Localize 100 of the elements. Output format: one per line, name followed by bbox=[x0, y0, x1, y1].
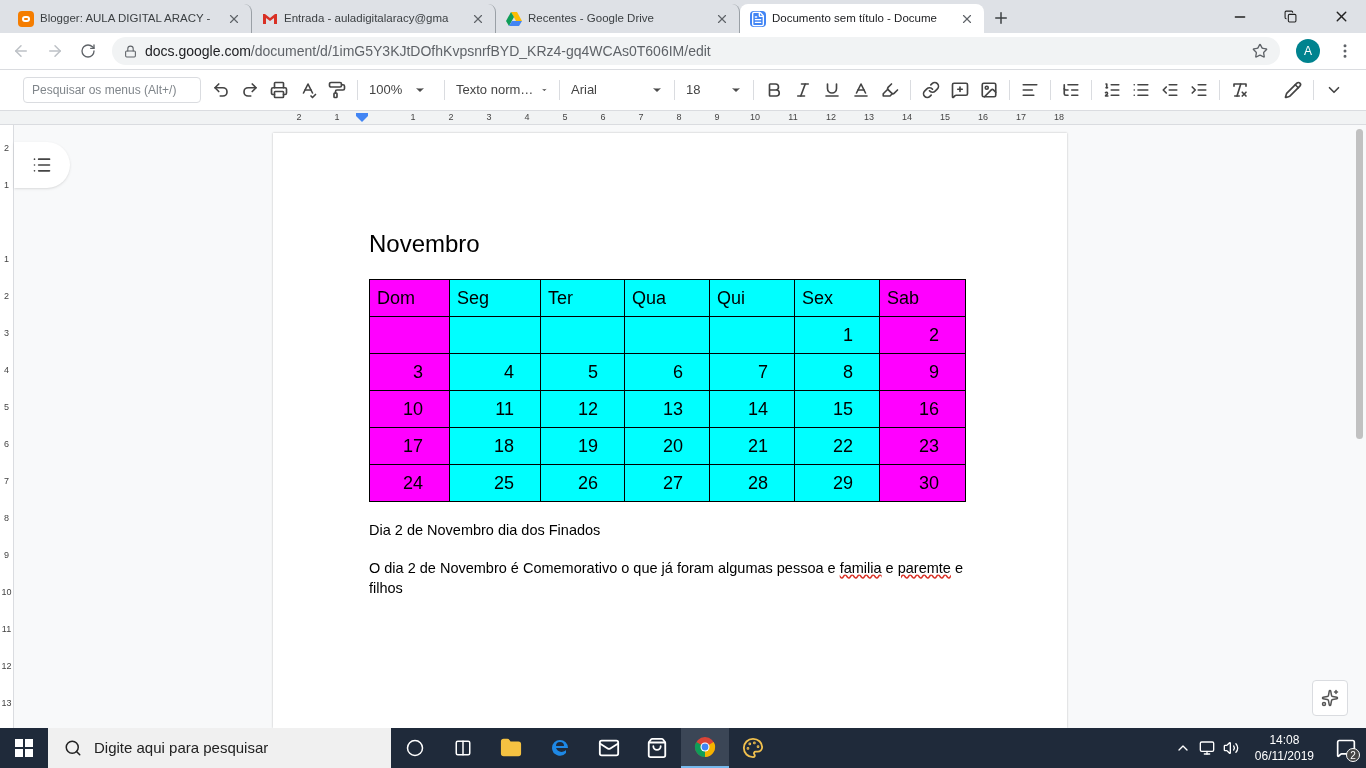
browser-tab[interactable]: Documento sem título - Docume bbox=[740, 4, 984, 33]
time-text: 14:08 bbox=[1269, 732, 1300, 748]
clock[interactable]: 14:08 06/11/2019 bbox=[1254, 732, 1314, 764]
ruler-number: 5 bbox=[561, 110, 569, 124]
date-cell: 16 bbox=[879, 390, 966, 428]
date-cell: 6 bbox=[624, 353, 710, 391]
ruler-number: 8 bbox=[675, 110, 683, 124]
date-cell: 10 bbox=[369, 390, 450, 428]
address-bar[interactable]: docs.google.com/document/d/1imG5Y3KJtDOfhKvpsnrfBYD_KRz4-gq4WCAs0T606IM/edit bbox=[112, 37, 1280, 65]
date-cell: 11 bbox=[449, 390, 541, 428]
day-header: Dom bbox=[369, 279, 450, 317]
ruler-number: 2 bbox=[447, 110, 455, 124]
day-header: Ter bbox=[540, 279, 625, 317]
ruler-number: 12 bbox=[825, 110, 837, 124]
date-cell: 13 bbox=[624, 390, 710, 428]
redo-icon[interactable] bbox=[241, 81, 259, 99]
bulleted-list-icon[interactable] bbox=[1132, 81, 1150, 99]
tab-title: Blogger: AULA DIGITAL ARACY - bbox=[40, 10, 212, 26]
undo-icon[interactable] bbox=[212, 81, 230, 99]
date-cell: 18 bbox=[449, 427, 541, 465]
print-icon[interactable] bbox=[270, 81, 288, 99]
folder-icon[interactable] bbox=[500, 737, 522, 759]
link-icon[interactable] bbox=[922, 81, 940, 99]
add-comment-icon[interactable] bbox=[951, 81, 969, 99]
tab-title: Recentes - Google Drive bbox=[528, 10, 655, 26]
ruler-number: 1 bbox=[4, 179, 9, 190]
font-size-dropdown[interactable]: 18 bbox=[686, 80, 742, 100]
underline-icon[interactable] bbox=[823, 81, 841, 99]
highlighter-icon[interactable] bbox=[881, 81, 899, 99]
date-cell: 8 bbox=[794, 353, 880, 391]
date-text: 06/11/2019 bbox=[1254, 748, 1314, 764]
restore-icon[interactable] bbox=[1284, 10, 1297, 23]
task-view-icon[interactable] bbox=[454, 739, 472, 757]
date-cell: 22 bbox=[794, 427, 880, 465]
indent-marker-icon[interactable] bbox=[356, 112, 368, 123]
indent-increase-icon[interactable] bbox=[1190, 81, 1208, 99]
date-cell: 28 bbox=[709, 464, 795, 502]
style-dropdown[interactable]: Texto norm… bbox=[456, 80, 548, 100]
taskbar-search-field[interactable]: Digite aqui para pesquisar bbox=[48, 728, 391, 768]
date-cell: 21 bbox=[709, 427, 795, 465]
ruler-number: 9 bbox=[713, 110, 721, 124]
text-color-icon[interactable] bbox=[852, 81, 870, 99]
notification-count: 2 bbox=[1346, 748, 1360, 762]
ruler-number: 12 bbox=[1, 660, 12, 671]
date-cell: 1 bbox=[794, 316, 880, 354]
ruler-number: 5 bbox=[4, 401, 9, 412]
paragraph: O dia 2 de Novembro é Comemorativo o que já foram algumas pessoa e familia e paremte e filhos bbox=[369, 559, 964, 598]
notifications-icon bbox=[1336, 738, 1356, 758]
line-spacing-icon[interactable] bbox=[1062, 81, 1080, 99]
edge-icon[interactable] bbox=[550, 738, 570, 758]
ruler-number: 11 bbox=[787, 110, 799, 124]
pencil-icon[interactable] bbox=[1284, 81, 1302, 99]
ruler-number: 2 bbox=[295, 110, 303, 124]
paragraph: Dia 2 de Novembro dia dos Finados bbox=[369, 521, 602, 540]
windows-logo-icon[interactable] bbox=[15, 739, 33, 757]
search-menus-field[interactable]: Pesquisar os menus (Alt+/) bbox=[23, 77, 201, 103]
notifications-button[interactable]: 2 bbox=[1326, 728, 1366, 768]
star-icon[interactable] bbox=[1252, 43, 1268, 59]
palette-icon[interactable] bbox=[742, 737, 764, 759]
outline-button[interactable] bbox=[14, 142, 70, 188]
ruler-number: 8 bbox=[4, 512, 9, 523]
envelope-icon bbox=[262, 12, 278, 25]
date-cell: 12 bbox=[540, 390, 625, 428]
date-cell: 29 bbox=[794, 464, 880, 502]
date-cell: 19 bbox=[540, 427, 625, 465]
italic-icon[interactable] bbox=[794, 81, 812, 99]
date-cell: 27 bbox=[624, 464, 710, 502]
ruler-number: 6 bbox=[599, 110, 607, 124]
reload-icon[interactable] bbox=[80, 43, 96, 59]
clear-formatting-icon[interactable] bbox=[1231, 81, 1249, 99]
image-icon[interactable] bbox=[980, 81, 998, 99]
font-dropdown[interactable]: Arial bbox=[571, 80, 663, 100]
new-tab-icon[interactable] bbox=[992, 9, 1010, 27]
network-icon[interactable] bbox=[1198, 740, 1215, 756]
ruler-number: 13 bbox=[1, 697, 12, 708]
date-cell: 25 bbox=[449, 464, 541, 502]
search-icon bbox=[64, 739, 82, 757]
indent-decrease-icon[interactable] bbox=[1161, 81, 1179, 99]
cortana-icon[interactable] bbox=[406, 739, 424, 757]
ruler-number: 16 bbox=[977, 110, 989, 124]
ruler-number: 4 bbox=[523, 110, 531, 124]
document-heading: Novembro bbox=[369, 229, 481, 259]
numbered-list-icon[interactable] bbox=[1103, 81, 1121, 99]
scrollbar[interactable] bbox=[1356, 129, 1363, 439]
chrome-icon[interactable] bbox=[694, 736, 716, 758]
align-left-icon[interactable] bbox=[1021, 81, 1039, 99]
ruler-number: 1 bbox=[4, 253, 9, 264]
profile-avatar[interactable]: A bbox=[1296, 39, 1320, 63]
ruler-number: 17 bbox=[1015, 110, 1027, 124]
store-icon[interactable] bbox=[646, 737, 668, 759]
date-cell: 17 bbox=[369, 427, 450, 465]
ruler-number: 3 bbox=[485, 110, 493, 124]
date-cell: 15 bbox=[794, 390, 880, 428]
explore-button[interactable] bbox=[1312, 680, 1348, 716]
zoom-dropdown[interactable]: 100% bbox=[369, 80, 433, 100]
mail-icon[interactable] bbox=[598, 737, 620, 759]
ruler-number: 10 bbox=[749, 110, 761, 124]
volume-icon[interactable] bbox=[1222, 740, 1239, 756]
paint-roller-icon[interactable] bbox=[328, 81, 346, 99]
day-header: Sex bbox=[794, 279, 880, 317]
